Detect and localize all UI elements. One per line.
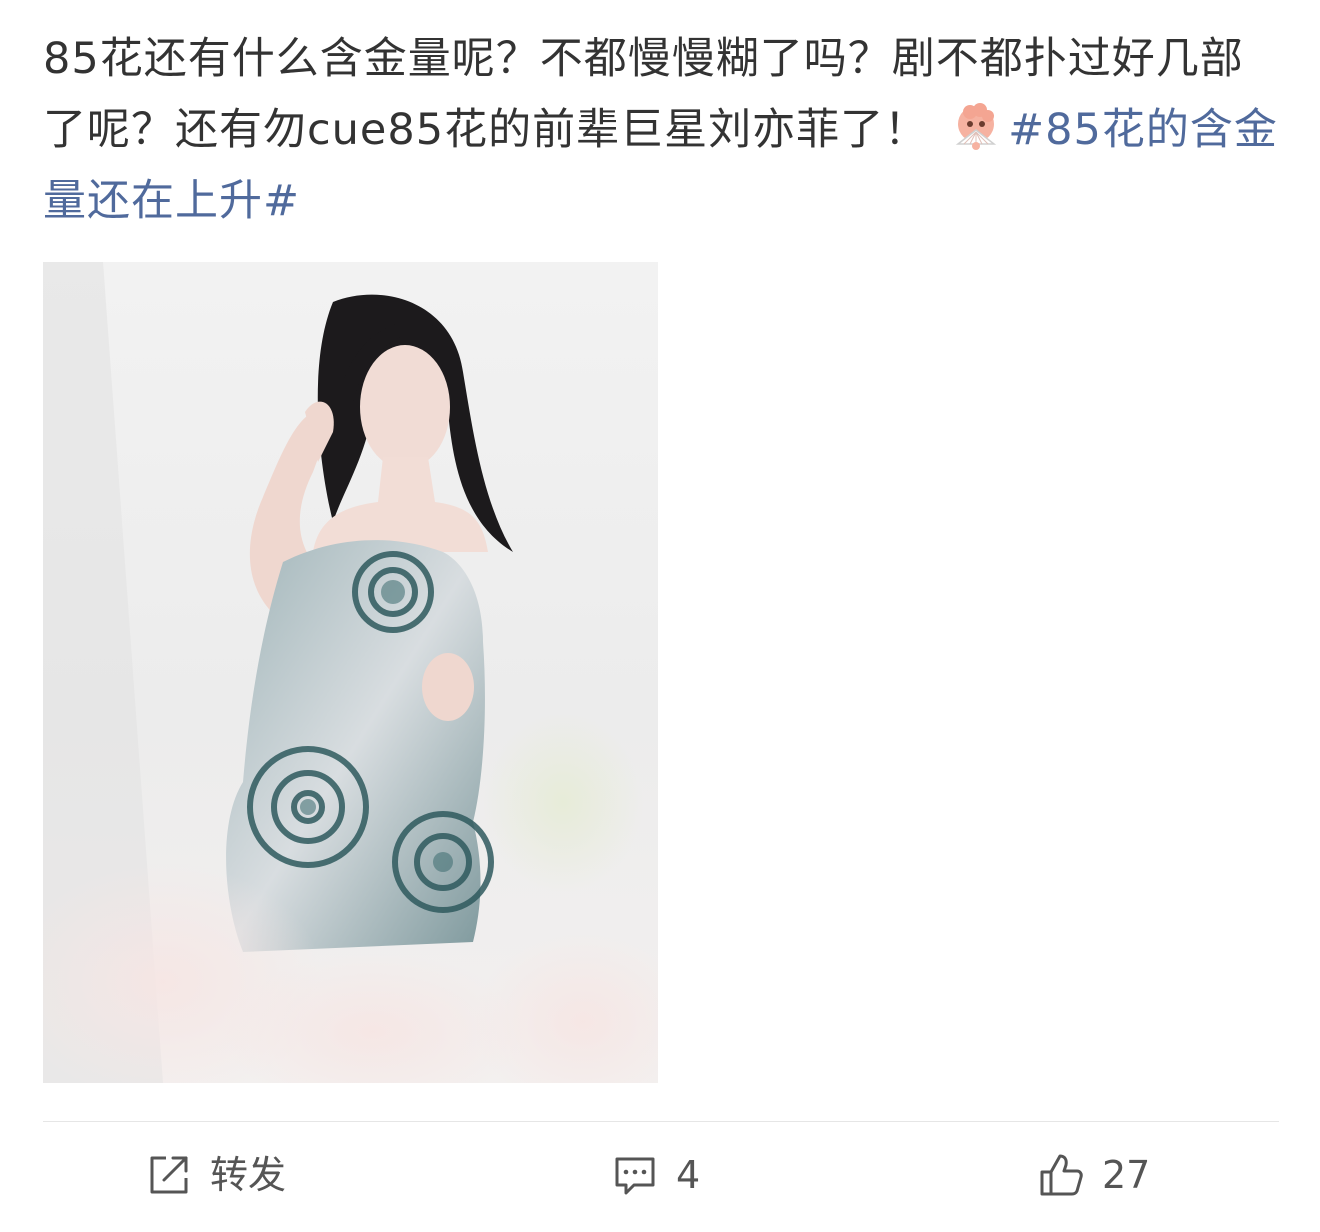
repost-button[interactable]: 转发 xyxy=(146,1145,286,1205)
repost-label: 转发 xyxy=(210,1153,287,1197)
comment-icon xyxy=(612,1152,658,1198)
post-text: 85花还有什么含金量呢？不都慢慢糊了吗？剧不都扑过好几部了呢？还有勿cue85花… xyxy=(43,24,1283,237)
weibo-post: 85花还有什么含金量呢？不都慢慢糊了吗？剧不都扑过好几部了呢？还有勿cue85花… xyxy=(0,0,1320,1232)
post-photo[interactable] xyxy=(43,262,658,1083)
like-count: 27 xyxy=(1102,1153,1151,1197)
comment-count: 4 xyxy=(676,1153,701,1197)
fan-emoji-icon xyxy=(950,100,1002,152)
thumbs-up-icon xyxy=(1038,1152,1084,1198)
repost-icon xyxy=(146,1152,192,1198)
comment-button[interactable]: 4 xyxy=(612,1145,700,1205)
like-button[interactable]: 27 xyxy=(1038,1145,1150,1205)
action-divider xyxy=(43,1121,1279,1122)
